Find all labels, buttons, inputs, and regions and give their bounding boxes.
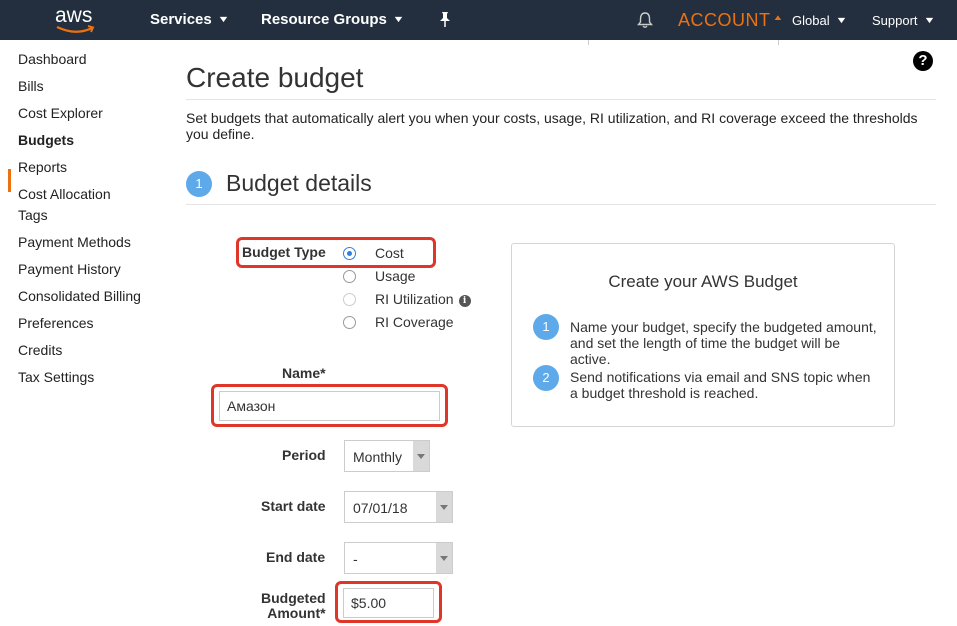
budget-type-ri-coverage-label[interactable]: RI Coverage <box>375 314 454 330</box>
sidebar-item-consolidated-billing[interactable]: Consolidated Billing <box>18 286 158 307</box>
sidebar-item-cost-explorer[interactable]: Cost Explorer <box>18 103 158 124</box>
section-divider <box>186 204 936 205</box>
budget-type-usage-label[interactable]: Usage <box>375 268 415 284</box>
sidebar-item-credits[interactable]: Credits <box>18 340 158 361</box>
panel-step-2-text: Send notifications via email and SNS top… <box>570 369 871 401</box>
region-label: Global <box>792 13 830 28</box>
panel-step-1-text: Name your budget, specify the budgeted a… <box>570 319 877 367</box>
sidebar-item-bills[interactable]: Bills <box>18 76 158 97</box>
budget-type-ri-coverage-radio[interactable] <box>343 316 356 329</box>
aws-logo[interactable]: aws <box>55 5 99 35</box>
page-description: Set budgets that automatically alert you… <box>186 110 918 142</box>
budget-type-cost-label[interactable]: Cost <box>375 245 404 261</box>
budget-type-cost-radio[interactable] <box>343 247 356 260</box>
chevron-down-icon: ▼ <box>216 14 230 24</box>
budgeted-amount-label-line1: Budgeted <box>261 590 326 606</box>
active-indicator <box>8 169 11 192</box>
create-budget-info-panel: Create your AWS Budget 1 Name your budge… <box>511 243 895 427</box>
panel-step-1-number: 1 <box>533 314 559 340</box>
budget-type-ri-utilization-radio <box>343 293 356 306</box>
chevron-up-icon: ▲ <box>771 13 784 22</box>
end-date-label: End date <box>266 549 326 565</box>
chevron-down-icon <box>413 441 429 471</box>
chevron-down-icon <box>436 543 452 573</box>
section-title: Budget details <box>226 170 372 196</box>
budget-type-ri-utilization-label: RI Utilization <box>375 291 454 307</box>
start-date-label: Start date <box>261 498 326 514</box>
chevron-down-icon <box>436 492 452 522</box>
budgeted-amount-input[interactable]: $5.00 <box>343 588 434 618</box>
divider <box>588 40 589 45</box>
chevron-down-icon: ▼ <box>922 15 936 25</box>
aws-smile-icon <box>56 25 95 33</box>
support-menu[interactable]: Support ▼ <box>872 13 936 28</box>
sidebar-item-budgets[interactable]: Budgets <box>18 130 158 151</box>
account-label: ACCOUNT <box>678 10 771 30</box>
budgeted-amount-label: Budgeted Amount* <box>261 591 326 621</box>
region-menu[interactable]: Global ▼ <box>792 13 848 28</box>
budgeted-amount-label-line2: Amount* <box>267 605 326 621</box>
budget-type-label: Budget Type <box>242 244 326 260</box>
aws-logo-text: aws <box>55 4 93 27</box>
sidebar-item-cost-allocation-tags[interactable]: Cost Allocation Tags <box>18 184 123 226</box>
resource-groups-label: Resource Groups <box>261 11 387 28</box>
sidebar-item-reports[interactable]: Reports <box>18 157 158 178</box>
divider <box>778 40 779 45</box>
pin-icon[interactable] <box>437 11 453 34</box>
top-nav: aws Services ▼ Resource Groups ▼ ACCOUNT▲ … <box>0 0 957 40</box>
name-input[interactable]: Амазон <box>219 391 440 421</box>
chevron-down-icon: ▼ <box>834 15 848 25</box>
section-step-number: 1 <box>186 171 212 197</box>
period-value: Monthly <box>353 449 403 465</box>
start-date-value: 07/01/18 <box>353 500 408 516</box>
services-label: Services <box>150 11 212 28</box>
period-label: Period <box>282 447 326 463</box>
info-icon[interactable]: i <box>458 295 471 307</box>
bell-icon[interactable] <box>637 11 653 34</box>
services-menu[interactable]: Services ▼ <box>150 11 230 28</box>
budget-type-ri-utilization-row: RI Utilization i <box>375 291 471 307</box>
sidebar-item-payment-methods[interactable]: Payment Methods <box>18 232 158 253</box>
budget-type-usage-radio[interactable] <box>343 270 356 283</box>
name-label: Name* <box>282 365 326 381</box>
page-title: Create budget <box>186 62 364 93</box>
sidebar-item-tax-settings[interactable]: Tax Settings <box>18 367 158 388</box>
sidebar-item-dashboard[interactable]: Dashboard <box>18 49 158 70</box>
panel-step-2-number: 2 <box>533 365 559 391</box>
help-icon[interactable]: ? <box>913 51 933 71</box>
sidebar-item-preferences[interactable]: Preferences <box>18 313 158 334</box>
resource-groups-menu[interactable]: Resource Groups ▼ <box>261 11 405 28</box>
end-date-select[interactable]: - <box>344 542 453 574</box>
panel-title: Create your AWS Budget <box>608 272 798 291</box>
title-divider <box>186 99 936 100</box>
period-select[interactable]: Monthly <box>344 440 430 472</box>
account-menu[interactable]: ACCOUNT▲ <box>678 10 784 31</box>
support-label: Support <box>872 13 918 28</box>
end-date-value: - <box>353 551 358 567</box>
chevron-down-icon: ▼ <box>392 14 405 24</box>
sidebar-item-payment-history[interactable]: Payment History <box>18 259 158 280</box>
start-date-select[interactable]: 07/01/18 <box>344 491 453 523</box>
